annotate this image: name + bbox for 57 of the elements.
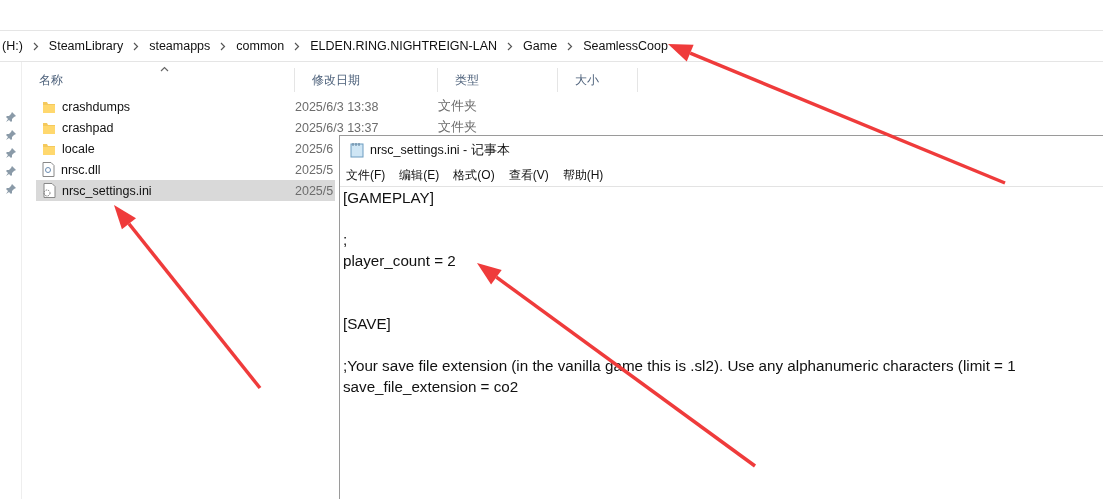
text-line: save_file_extension = co2	[343, 377, 520, 397]
breadcrumb-item[interactable]: Game	[523, 39, 558, 53]
breadcrumb-item[interactable]: ELDEN.RING.NIGHTREIGN-LAN	[310, 39, 498, 53]
column-header[interactable]: 大小	[558, 68, 638, 92]
folder-icon	[42, 141, 56, 156]
breadcrumb-item[interactable]: steamapps	[149, 39, 211, 53]
file-row[interactable]: nrsc_settings.ini 2025/5	[36, 180, 336, 201]
menu-item[interactable]: 文件(F)	[346, 166, 386, 184]
settings-file-icon	[42, 183, 56, 198]
column-header[interactable]: 名称	[22, 68, 295, 92]
modified-date: 2025/5	[295, 183, 334, 198]
breadcrumb-item[interactable]: common	[236, 39, 285, 53]
file-name: nrsc.dll	[61, 162, 101, 177]
menu-item[interactable]: 帮助(H)	[562, 166, 604, 184]
menu-item[interactable]: 格式(O)	[453, 166, 495, 184]
pin-icon[interactable]	[5, 148, 16, 158]
file-type: 文件夹	[438, 98, 477, 115]
column-header[interactable]: 类型	[438, 68, 558, 92]
file-name: crashdumps	[62, 99, 131, 114]
file-icon	[42, 162, 55, 177]
chevron-icon	[32, 41, 39, 51]
file-type: 文件夹	[438, 119, 477, 136]
text-line: ;	[343, 230, 349, 250]
folder-icon	[42, 99, 56, 114]
folder-icon	[42, 120, 56, 135]
file-row[interactable]: locale 2025/6	[36, 138, 336, 159]
window-title: nrsc_settings.ini - 记事本	[370, 141, 510, 159]
menu-item[interactable]: 查看(V)	[508, 166, 549, 184]
breadcrumb-item[interactable]: SeamlessCoop	[583, 39, 668, 53]
file-name: locale	[62, 141, 95, 156]
text-line: player_count = 2	[343, 251, 457, 271]
column-header[interactable]: 修改日期	[295, 68, 438, 92]
modified-date: 2025/5	[295, 162, 334, 177]
pin-icon[interactable]	[5, 112, 16, 122]
pin-icon[interactable]	[5, 130, 16, 140]
text-line: [GAMEPLAY]	[343, 188, 435, 208]
chevron-icon	[294, 41, 301, 51]
file-name: crashpad	[62, 120, 114, 135]
chevron-icon	[567, 41, 574, 51]
file-row[interactable]: nrsc.dll 2025/5	[36, 159, 336, 180]
file-row[interactable]: crashpad 2025/6/3 13:37 文件夹	[36, 117, 479, 138]
chevron-icon	[507, 41, 514, 51]
breadcrumb-item[interactable]: SteamLibrary	[48, 39, 124, 53]
menu-item[interactable]: 编辑(E)	[399, 166, 440, 184]
notepad-icon	[350, 142, 364, 158]
modified-date: 2025/6	[295, 141, 334, 156]
breadcrumb-item[interactable]: (H:)	[2, 39, 23, 53]
sort-caret-icon	[160, 66, 169, 72]
modified-date: 2025/6/3 13:38	[295, 99, 380, 114]
chevron-icon	[220, 41, 227, 51]
chevron-icon	[133, 41, 140, 51]
text-line: [SAVE]	[343, 314, 392, 334]
file-row[interactable]: crashdumps 2025/6/3 13:38 文件夹	[36, 96, 479, 117]
pin-icon[interactable]	[5, 166, 16, 176]
modified-date: 2025/6/3 13:37	[295, 120, 380, 135]
file-name: nrsc_settings.ini	[62, 183, 152, 198]
pin-icon[interactable]	[5, 184, 16, 194]
